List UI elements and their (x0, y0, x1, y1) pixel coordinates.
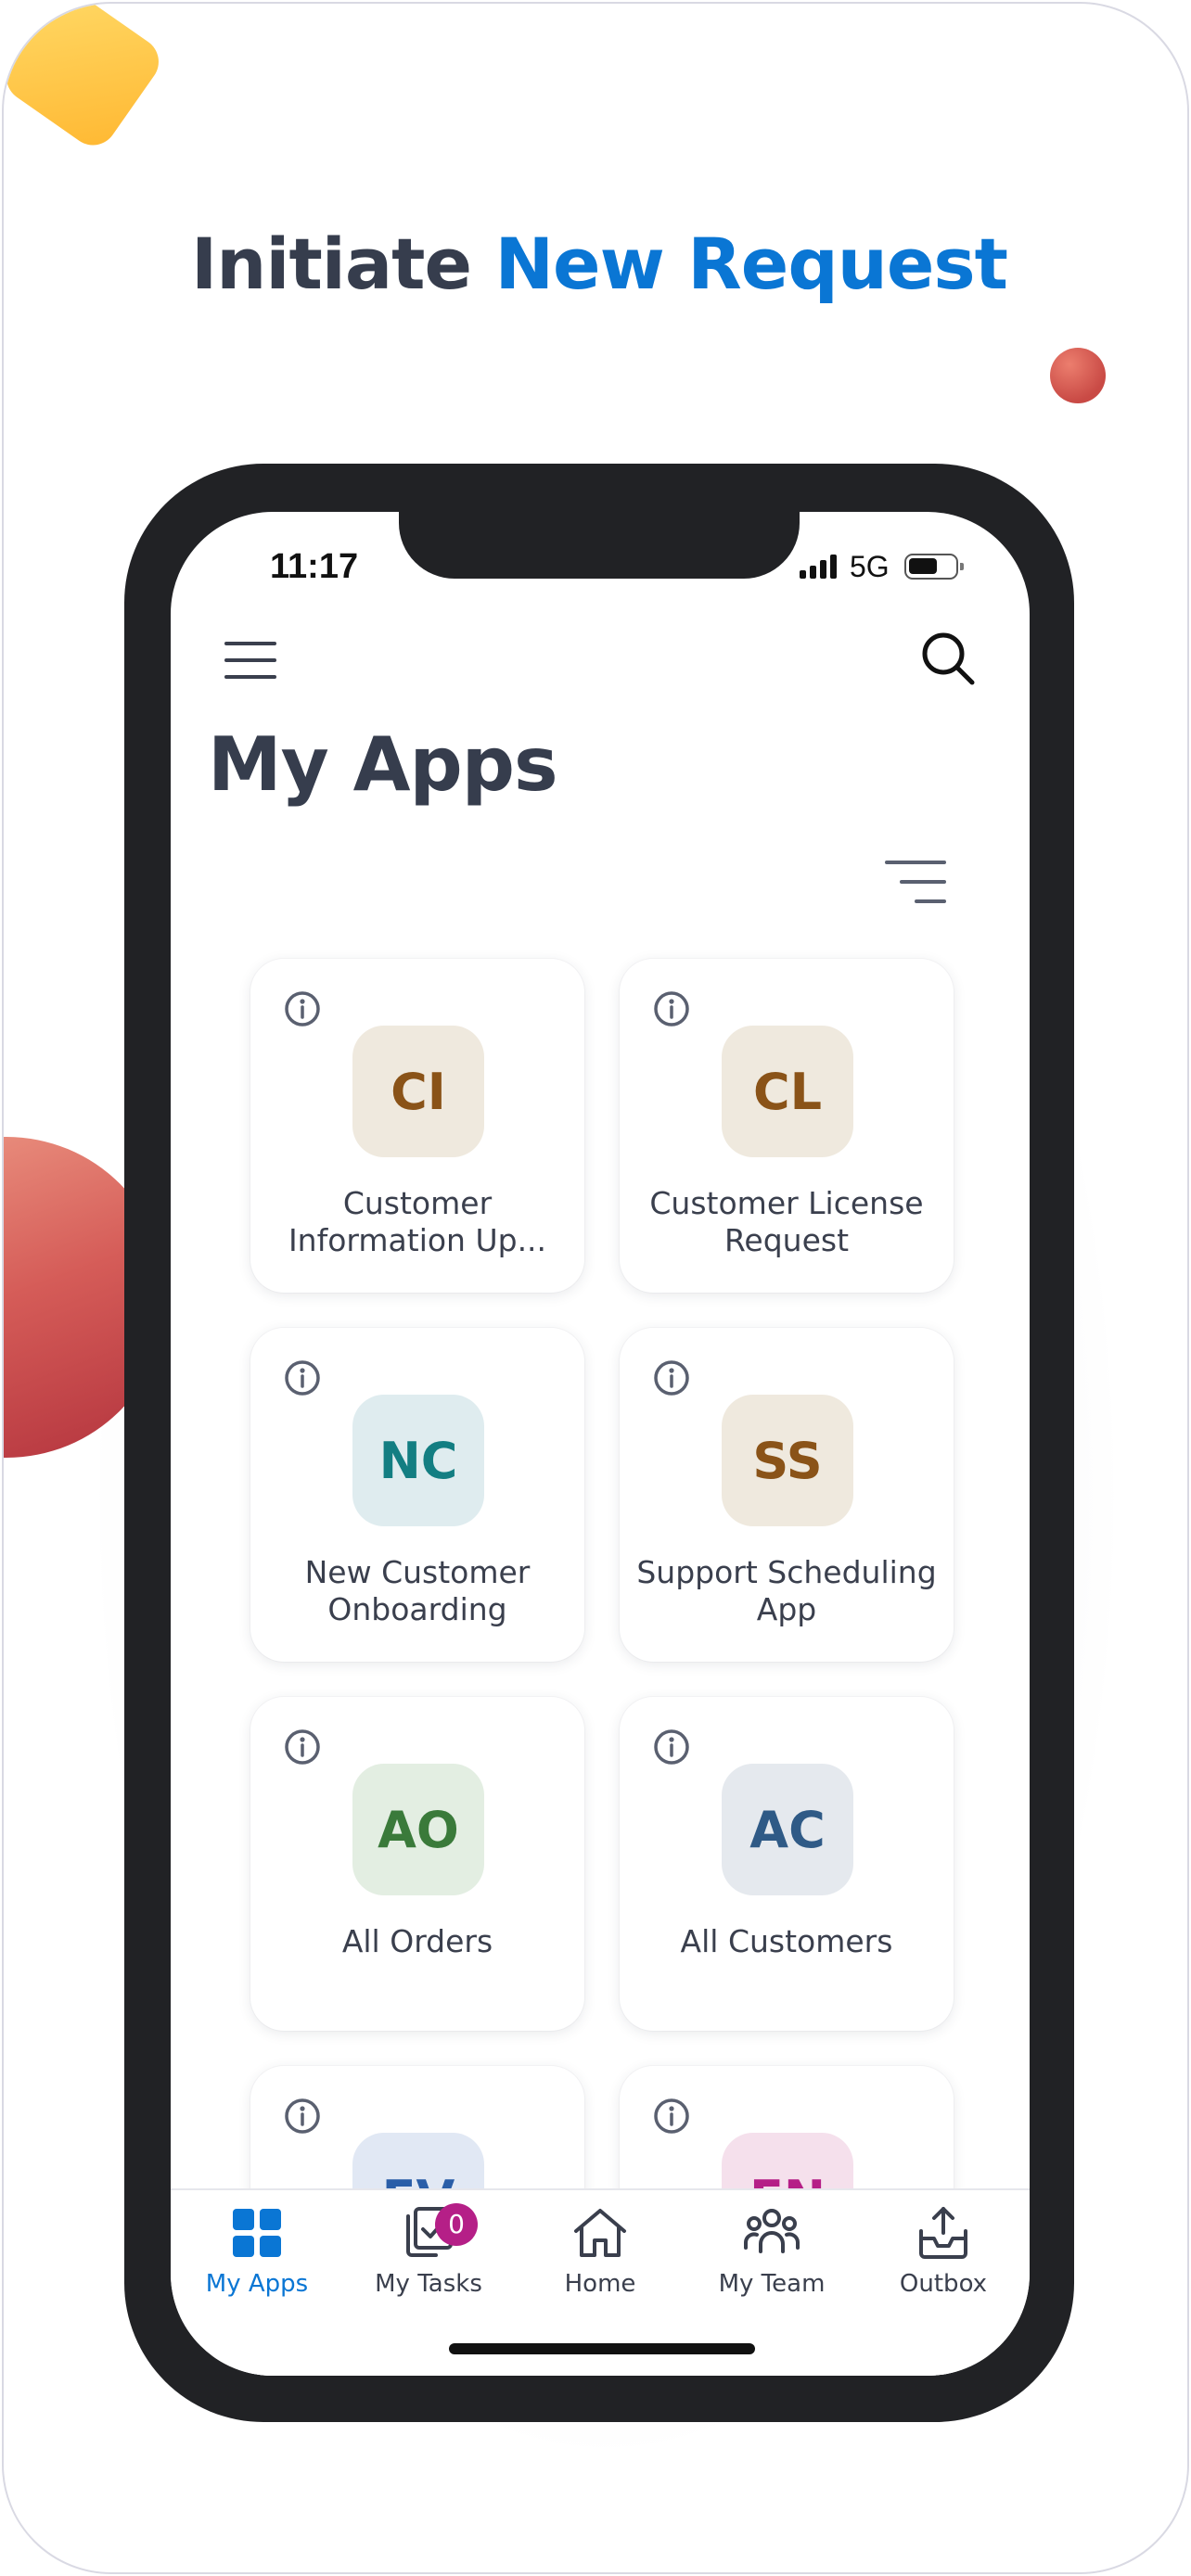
tab-outbox[interactable]: Outbox (857, 2203, 1030, 2305)
app-card[interactable]: CI Customer Information Up... (250, 959, 584, 1293)
tab-label: My Apps (205, 2270, 309, 2298)
battery-icon (903, 554, 964, 580)
page-title: My Apps (208, 721, 558, 808)
tab-label: Outbox (899, 2270, 988, 2298)
app-card[interactable]: SS Support Scheduling App (620, 1328, 954, 1662)
app-card[interactable]: NC New Customer Onboarding (250, 1328, 584, 1662)
status-indicators: 5G (800, 549, 964, 583)
app-avatar: CI (352, 1026, 484, 1157)
tab-my-apps[interactable]: My Apps (171, 2203, 343, 2305)
promo-headline: Initiate New Request (4, 223, 1187, 305)
app-label: Support Scheduling App (636, 1554, 937, 1627)
screenshot-frame: Initiate New Request 11:17 5G My Apps CI… (2, 2, 1189, 2574)
decorative-yellow-shape (4, 4, 169, 155)
signal-icon (800, 555, 837, 579)
info-icon[interactable] (653, 1728, 690, 1766)
tab-label: My Team (718, 2270, 826, 2298)
tab-my-tasks[interactable]: 0 My Tasks (342, 2203, 515, 2305)
app-avatar: AC (722, 1764, 853, 1895)
app-label: New Customer Onboarding (304, 1554, 531, 1627)
app-label: Customer License Request (649, 1185, 924, 1258)
app-label: All Customers (680, 1923, 893, 1959)
tab-home[interactable]: Home (514, 2203, 686, 2305)
tab-label: Home (564, 2270, 636, 2298)
info-icon[interactable] (653, 2098, 690, 2135)
info-icon[interactable] (284, 1728, 321, 1766)
grid-icon (233, 2209, 281, 2257)
app-label: Customer Information Up... (288, 1185, 547, 1258)
menu-icon[interactable] (223, 636, 278, 684)
sort-filter-icon[interactable] (883, 857, 948, 907)
info-icon[interactable] (653, 1359, 690, 1396)
phone-screen: 11:17 5G My Apps CI Customer Information… (171, 512, 1030, 2376)
decorative-red-dot (1050, 348, 1106, 403)
phone-mockup: 11:17 5G My Apps CI Customer Information… (124, 464, 1074, 2422)
headline-part1: Initiate (191, 223, 495, 305)
app-card[interactable]: AC All Customers (620, 1697, 954, 2031)
app-avatar: NC (352, 1395, 484, 1526)
phone-notch (399, 512, 800, 579)
info-icon[interactable] (284, 2098, 321, 2135)
info-icon[interactable] (284, 1359, 321, 1396)
tab-my-team[interactable]: My Team (685, 2203, 858, 2305)
app-card[interactable]: CL Customer License Request (620, 959, 954, 1293)
info-icon[interactable] (284, 990, 321, 1027)
headline-part2: New Request (494, 223, 1008, 305)
home-icon (574, 2209, 626, 2257)
app-label: All Orders (341, 1923, 493, 1959)
tasks-badge: 0 (435, 2203, 478, 2246)
team-icon (744, 2209, 800, 2253)
info-icon[interactable] (653, 990, 690, 1027)
network-type: 5G (850, 549, 890, 583)
app-avatar: SS (722, 1395, 853, 1526)
app-card[interactable]: AO All Orders (250, 1697, 584, 2031)
tab-label: My Tasks (375, 2270, 482, 2298)
app-avatar: AO (352, 1764, 484, 1895)
outbox-icon (919, 2207, 967, 2259)
status-time: 11:17 (270, 547, 359, 586)
search-icon[interactable] (918, 629, 978, 688)
home-indicator (449, 2343, 755, 2354)
app-avatar: CL (722, 1026, 853, 1157)
